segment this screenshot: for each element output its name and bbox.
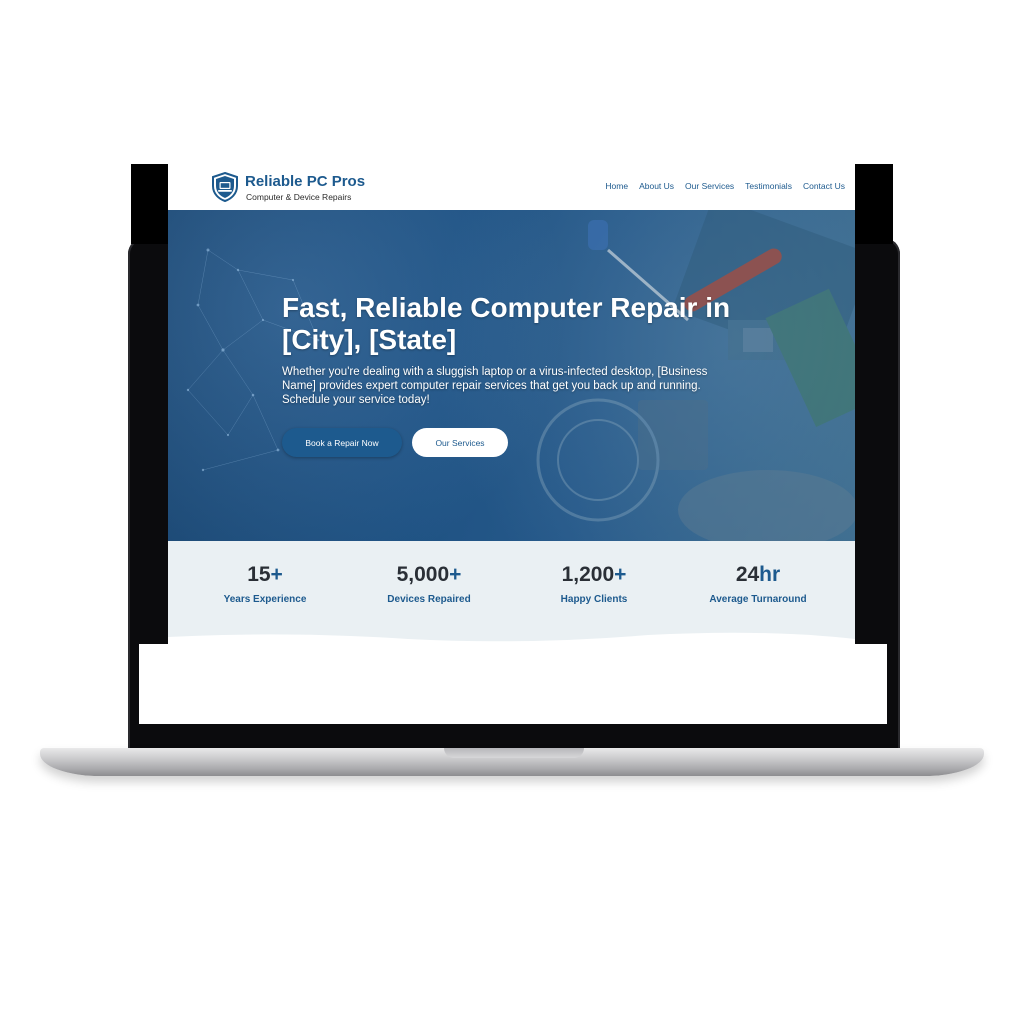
book-repair-button[interactable]: Book a Repair Now: [282, 428, 402, 457]
stat-label: Devices Repaired: [387, 594, 471, 605]
screen-bezel-right: [855, 164, 893, 244]
hero-section: Fast, Reliable Computer Repair in [City]…: [168, 210, 855, 541]
website: Reliable PC Pros Computer & Device Repai…: [168, 164, 855, 645]
stat-number: 15+: [247, 563, 283, 586]
screen-bezel-left: [131, 164, 168, 244]
brand-name[interactable]: Reliable PC Pros: [245, 173, 365, 190]
stat-number: 1,200+: [561, 563, 627, 586]
nav-about-us[interactable]: About Us: [639, 181, 674, 191]
stat-label: Years Experience: [223, 594, 307, 605]
stat-label: Happy Clients: [560, 594, 628, 605]
nav-home[interactable]: Home: [605, 181, 628, 191]
stats-section: 15+ Years Experience 5,000+ Devices Repa…: [168, 541, 855, 645]
stat-turnaround: 24hr Average Turnaround: [678, 563, 838, 605]
site-header: Reliable PC Pros Computer & Device Repai…: [168, 164, 855, 210]
nav-our-services[interactable]: Our Services: [685, 181, 734, 191]
stat-years: 15+ Years Experience: [185, 563, 345, 605]
section-divider-wave: [168, 632, 855, 645]
main-nav: Home About Us Our Services Testimonials …: [605, 181, 845, 191]
stat-label: Average Turnaround: [709, 594, 807, 605]
shield-laptop-icon: [212, 172, 238, 202]
stat-clients: 1,200+ Happy Clients: [514, 563, 674, 605]
nav-contact-us[interactable]: Contact Us: [803, 181, 845, 191]
stat-number: 5,000+: [396, 563, 462, 586]
laptop-notch: [444, 748, 584, 758]
our-services-button[interactable]: Our Services: [412, 428, 508, 457]
hero-title: Fast, Reliable Computer Repair in [City]…: [282, 292, 731, 355]
brand-tagline: Computer & Device Repairs: [246, 192, 352, 202]
stat-number: 24hr: [735, 563, 781, 586]
stat-devices: 5,000+ Devices Repaired: [349, 563, 509, 605]
laptop-screen-blank-area: [139, 644, 887, 724]
nav-testimonials[interactable]: Testimonials: [745, 181, 792, 191]
hero-description: Whether you're dealing with a sluggish l…: [282, 366, 708, 406]
